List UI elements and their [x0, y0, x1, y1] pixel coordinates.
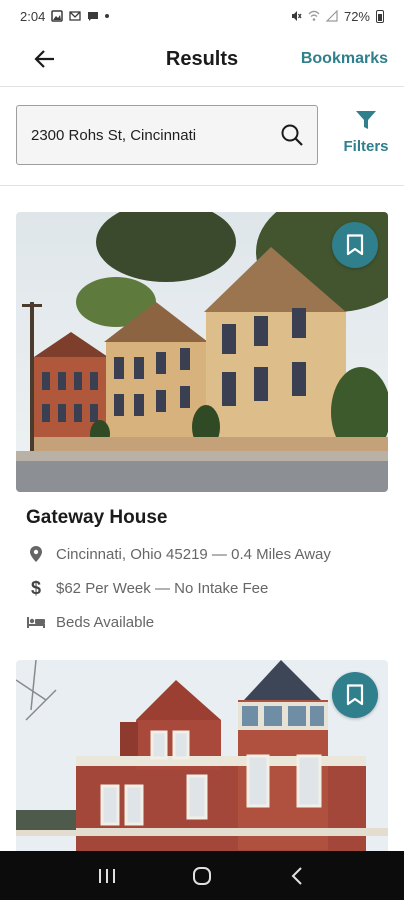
app-bar: Results Bookmarks	[0, 32, 404, 86]
bed-icon	[26, 612, 46, 632]
wifi-icon	[308, 10, 320, 21]
notification-dot	[105, 14, 110, 18]
status-bar: 2:04 72%	[0, 0, 404, 32]
gallery-icon	[51, 10, 64, 22]
mute-icon	[291, 11, 302, 21]
bookmark-button[interactable]	[332, 672, 378, 718]
battery-icon	[376, 9, 384, 23]
signal-icon	[325, 10, 338, 22]
chat-icon	[88, 12, 99, 21]
listing-beds: Beds Available	[56, 613, 155, 631]
listing-title[interactable]: Gateway House	[26, 507, 168, 529]
status-right: 72%	[290, 9, 384, 24]
search-divider	[0, 185, 404, 186]
header-divider	[0, 86, 404, 87]
search-input-value: 2300 Rohs St, Cincinnati	[31, 126, 197, 144]
dollar-icon: $	[30, 577, 41, 598]
listing-photo[interactable]	[16, 660, 388, 851]
listing-photo[interactable]	[16, 212, 388, 492]
listing-location-row: Cincinnati, Ohio 45219 — 0.4 Miles Away	[26, 544, 331, 564]
bookmark-button[interactable]	[332, 222, 378, 268]
filter-funnel-icon	[356, 111, 376, 129]
status-time: 2:04	[20, 8, 46, 24]
bookmarks-link[interactable]: Bookmarks	[301, 50, 388, 68]
system-back-button[interactable]	[277, 856, 317, 896]
listing-price: $62 Per Week — No Intake Fee	[56, 579, 269, 597]
bookmark-icon	[346, 234, 364, 256]
arrow-left-icon	[34, 50, 54, 68]
listing-beds-row: Beds Available	[26, 612, 154, 632]
mail-icon	[69, 11, 81, 21]
location-pin-icon	[26, 544, 46, 564]
back-button[interactable]	[30, 44, 60, 74]
search-icon[interactable]	[279, 122, 305, 148]
filters-button[interactable]: Filters	[338, 108, 394, 164]
status-left: 2:04	[20, 8, 110, 24]
bookmark-icon	[346, 684, 364, 706]
filters-label: Filters	[343, 138, 389, 155]
system-nav-bar	[0, 851, 404, 900]
home-icon	[192, 866, 211, 885]
listing-location: Cincinnati, Ohio 45219 — 0.4 Miles Away	[56, 545, 331, 563]
recent-apps-icon	[99, 868, 116, 883]
listing-price-row: $ $62 Per Week — No Intake Fee	[26, 578, 268, 598]
home-button[interactable]	[182, 856, 222, 896]
rowhouses-photo	[16, 212, 388, 492]
search-input[interactable]: 2300 Rohs St, Cincinnati	[16, 105, 318, 165]
back-chevron-icon	[291, 866, 302, 885]
recent-apps-button[interactable]	[87, 856, 127, 896]
battery-text: 72%	[343, 8, 370, 24]
